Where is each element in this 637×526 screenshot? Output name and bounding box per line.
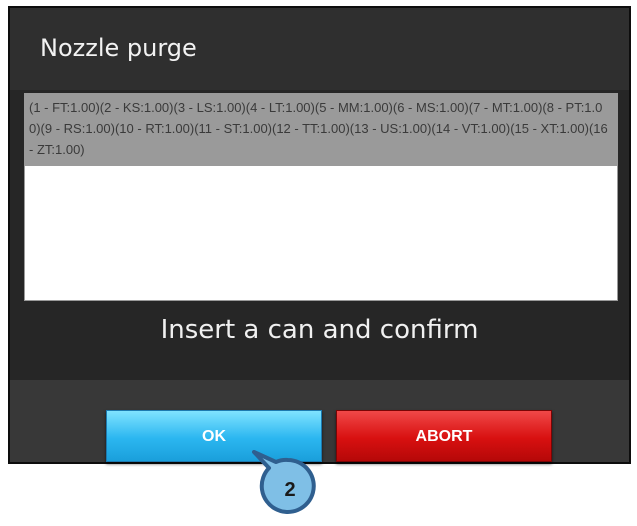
instruction-text: Insert a can and confirm bbox=[160, 315, 479, 345]
abort-button[interactable]: ABORT bbox=[336, 410, 552, 462]
step-callout-badge: 2 bbox=[252, 450, 324, 522]
purge-list-item[interactable]: (1 - FT:1.00)(2 - KS:1.00)(3 - LS:1.00)(… bbox=[25, 94, 617, 166]
dialog-title-bar: Nozzle purge bbox=[10, 8, 629, 90]
callout-number: 2 bbox=[284, 479, 296, 501]
dialog-title: Nozzle purge bbox=[40, 34, 197, 62]
purge-list[interactable]: (1 - FT:1.00)(2 - KS:1.00)(3 - LS:1.00)(… bbox=[24, 93, 618, 301]
nozzle-purge-dialog: Nozzle purge (1 - FT:1.00)(2 - KS:1.00)(… bbox=[8, 6, 631, 464]
